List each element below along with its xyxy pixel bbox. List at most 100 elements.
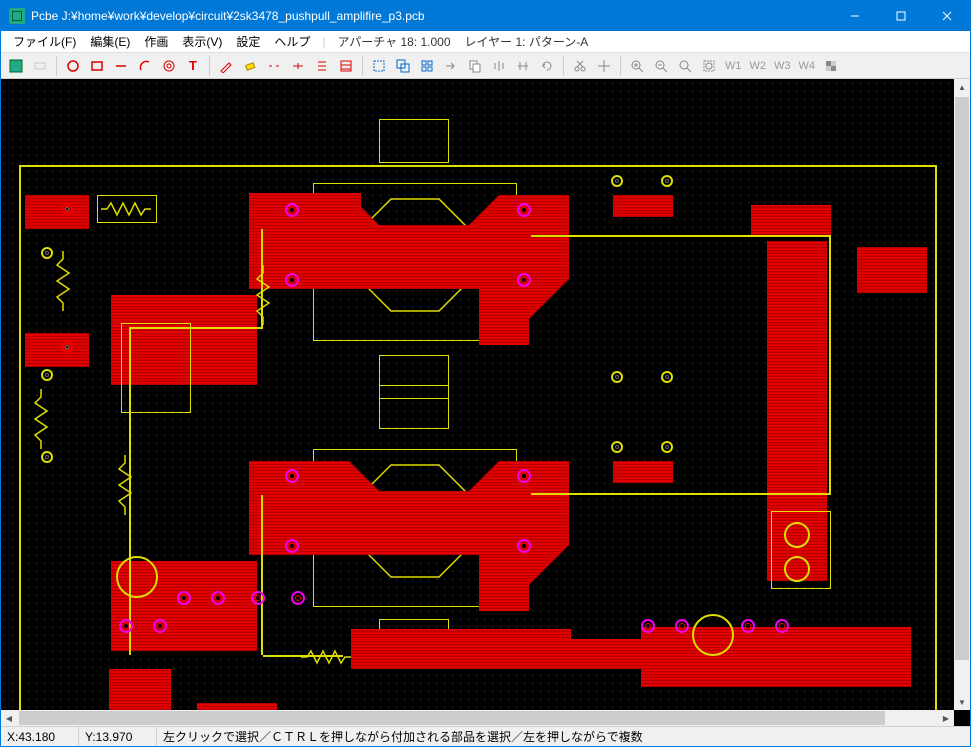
- minimize-button[interactable]: [832, 1, 878, 31]
- copper-fill: [613, 461, 673, 483]
- tool-rotate-icon[interactable]: [536, 55, 558, 77]
- scroll-track[interactable]: [954, 95, 970, 694]
- trace: [829, 235, 831, 495]
- workspace-w4[interactable]: W4: [796, 60, 819, 72]
- tool-cut-icon[interactable]: [569, 55, 591, 77]
- pcb-canvas[interactable]: [1, 79, 954, 710]
- tool-copy-icon[interactable]: [464, 55, 486, 77]
- workspace-w1[interactable]: W1: [722, 60, 745, 72]
- pad: [611, 441, 623, 453]
- menu-draw[interactable]: 作画: [138, 31, 174, 52]
- pad: [661, 371, 673, 383]
- aperture-info[interactable]: アパーチャ 18: 1.000: [332, 33, 457, 50]
- tool-pen-icon[interactable]: [215, 55, 237, 77]
- tool-zoomin-icon[interactable]: [626, 55, 648, 77]
- toolbar-separator: [362, 56, 363, 76]
- workspace-w3[interactable]: W3: [771, 60, 794, 72]
- hole-icon: [115, 555, 159, 599]
- tool-zoomfit-icon[interactable]: [674, 55, 696, 77]
- tool-zoomarea-icon[interactable]: [698, 55, 720, 77]
- pad: [517, 539, 531, 553]
- menu-help[interactable]: ヘルプ: [268, 31, 316, 52]
- tool-line-icon[interactable]: [110, 55, 132, 77]
- window-title: Pcbe J:¥home¥work¥develop¥circuit¥2sk347…: [31, 9, 832, 23]
- menu-settings[interactable]: 設定: [230, 31, 266, 52]
- pad: [251, 591, 265, 605]
- canvas-area: ▲ ▼ ◀ ▶: [1, 79, 970, 726]
- hole-icon: [691, 613, 735, 657]
- tool-trim-icon[interactable]: [287, 55, 309, 77]
- pad: [291, 591, 305, 605]
- tool-circle-icon[interactable]: [62, 55, 84, 77]
- tool-arrow-icon[interactable]: [440, 55, 462, 77]
- scroll-track[interactable]: [17, 710, 938, 726]
- copper-fill: [641, 627, 911, 669]
- component-outline: [379, 119, 449, 163]
- trace: [531, 235, 831, 237]
- scroll-thumb[interactable]: [19, 711, 885, 725]
- pad: [675, 619, 689, 633]
- tool-select-icon[interactable]: [368, 55, 390, 77]
- tool-align-icon[interactable]: [311, 55, 333, 77]
- menu-file[interactable]: ファイル(F): [7, 31, 82, 52]
- pad: [177, 591, 191, 605]
- scroll-thumb[interactable]: [955, 97, 969, 660]
- resistor-icon: [255, 265, 271, 325]
- tool-eraser-icon[interactable]: [239, 55, 261, 77]
- toolbar-separator: [209, 56, 210, 76]
- pad: [61, 341, 73, 353]
- copper-fill: [751, 205, 831, 235]
- pad: [661, 175, 673, 187]
- pad: [41, 247, 53, 259]
- toolbar: T W1 W2 W3 W4: [1, 53, 970, 79]
- pad: [285, 469, 299, 483]
- tool-app-icon[interactable]: [5, 55, 27, 77]
- tool-rect-icon[interactable]: [86, 55, 108, 77]
- tool-selectall-icon[interactable]: [392, 55, 414, 77]
- menu-separator: |: [322, 35, 325, 49]
- pad: [285, 273, 299, 287]
- toolbar-separator: [563, 56, 564, 76]
- tool-mirror-icon[interactable]: [488, 55, 510, 77]
- tool-donut-icon[interactable]: [158, 55, 180, 77]
- scroll-left-icon[interactable]: ◀: [1, 710, 17, 726]
- resistor-icon: [33, 389, 49, 449]
- copper-fill: [25, 333, 89, 367]
- status-x: X:43.180: [1, 727, 79, 746]
- resistor-icon: [55, 251, 71, 311]
- toolbar-separator: [56, 56, 57, 76]
- scrollbar-vertical[interactable]: ▲ ▼: [954, 79, 970, 710]
- statusbar: X:43.180 Y:13.970 左クリックで選択／ＣＴＲＬを押しながら付加さ…: [1, 726, 970, 746]
- pad: [661, 441, 673, 453]
- component-outline: [379, 385, 449, 429]
- pad: [611, 371, 623, 383]
- tool-hatch-icon[interactable]: [335, 55, 357, 77]
- tool-flip-icon[interactable]: [512, 55, 534, 77]
- maximize-button[interactable]: [878, 1, 924, 31]
- scroll-up-icon[interactable]: ▲: [954, 79, 970, 95]
- tool-grid-icon[interactable]: [416, 55, 438, 77]
- tool-blank-icon[interactable]: [29, 55, 51, 77]
- tool-zoomout-icon[interactable]: [650, 55, 672, 77]
- tool-break-icon[interactable]: [263, 55, 285, 77]
- menu-edit[interactable]: 編集(E): [84, 31, 136, 52]
- workspace-w2[interactable]: W2: [747, 60, 770, 72]
- layer-info[interactable]: レイヤー 1: パターン-A: [459, 33, 595, 50]
- pad: [517, 203, 531, 217]
- scroll-down-icon[interactable]: ▼: [954, 694, 970, 710]
- tool-cross-icon[interactable]: [593, 55, 615, 77]
- menu-view[interactable]: 表示(V): [176, 31, 228, 52]
- copper-fill: [613, 195, 673, 217]
- close-button[interactable]: [924, 1, 970, 31]
- tool-text-icon[interactable]: T: [182, 55, 204, 77]
- toolbar-separator: [620, 56, 621, 76]
- tool-arc-icon[interactable]: [134, 55, 156, 77]
- scrollbar-horizontal[interactable]: ◀ ▶: [1, 710, 954, 726]
- app-icon: [9, 8, 25, 24]
- copper-fill: [857, 247, 927, 293]
- pad: [211, 591, 225, 605]
- scroll-right-icon[interactable]: ▶: [938, 710, 954, 726]
- pad: [285, 203, 299, 217]
- tool-swatch-icon[interactable]: [820, 55, 842, 77]
- pad: [611, 175, 623, 187]
